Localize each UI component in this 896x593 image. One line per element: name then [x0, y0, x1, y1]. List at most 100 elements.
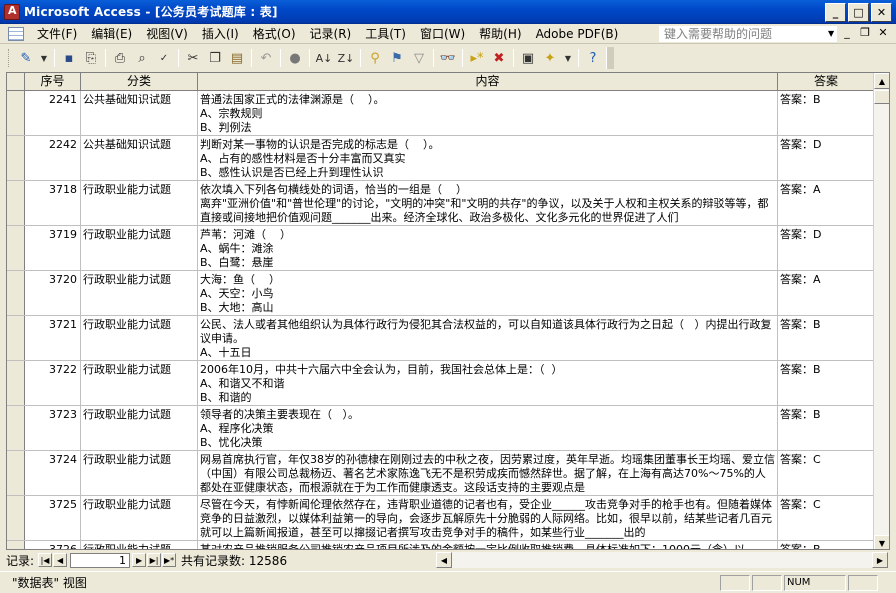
menu-insert[interactable]: 插入(I) [195, 25, 246, 43]
cell-content[interactable]: 网易首席执行官，年仅38岁的孙德棣在刚刚过去的中秋之夜，因劳累过度，英年早逝。均… [198, 451, 778, 495]
record-selector[interactable] [7, 226, 25, 270]
record-selector[interactable] [7, 316, 25, 360]
record-selector[interactable] [7, 361, 25, 405]
new-record-icon[interactable]: ▸* [466, 47, 488, 69]
select-all-cell[interactable] [7, 73, 25, 91]
cell-answer[interactable]: 答案：A [778, 271, 875, 315]
print-icon[interactable]: ⎙ [109, 47, 131, 69]
toolbar-options-icon[interactable] [606, 47, 614, 69]
menu-edit[interactable]: 编辑(E) [84, 25, 139, 43]
cell-num[interactable]: 3724 [25, 451, 81, 495]
cell-answer[interactable]: 答案：B [778, 91, 875, 135]
cell-category[interactable]: 行政职业能力试题 [81, 451, 198, 495]
last-record-button[interactable]: ▶| [147, 553, 162, 567]
sort-descending-icon[interactable]: Z↓ [335, 47, 357, 69]
cell-content[interactable]: 领导者的决策主要表现在（ ）。 A、程序化决策 B、忧化决策 [198, 406, 778, 450]
menu-window[interactable]: 窗口(W) [413, 25, 472, 43]
record-selector[interactable] [7, 541, 25, 549]
scroll-down-button[interactable]: ▼ [874, 535, 889, 549]
help-question-input[interactable]: 键入需要帮助的问题 [658, 25, 838, 43]
close-button[interactable]: ✕ [871, 3, 892, 22]
column-header-num[interactable]: 序号 [25, 73, 81, 91]
cell-answer[interactable]: 答案：B [778, 541, 875, 549]
cell-answer[interactable]: 答案：A [778, 181, 875, 225]
cell-content[interactable]: 公民、法人或者其他组织认为具体行政行为侵犯其合法权益的，可以自知道该具体行政行为… [198, 316, 778, 360]
doc-restore-button[interactable]: ❐ [858, 26, 872, 39]
next-record-button[interactable]: ▶ [132, 553, 147, 567]
table-row[interactable]: 3726 行政职业能力试题 某对农产品推销服务公司推销农产品项目所涉及的金额按一… [7, 541, 875, 549]
cell-num[interactable]: 3723 [25, 406, 81, 450]
column-header-content[interactable]: 内容 [198, 73, 778, 91]
cell-content[interactable]: 普通法国家正式的法律渊源是（ ）。 A、宗教规则 B、判例法 [198, 91, 778, 135]
maximize-button[interactable]: □ [848, 3, 869, 22]
scroll-up-button[interactable]: ▲ [874, 73, 889, 89]
cell-num[interactable]: 3726 [25, 541, 81, 549]
menu-records[interactable]: 记录(R) [303, 25, 359, 43]
cell-num[interactable]: 3719 [25, 226, 81, 270]
toolbar-grip[interactable] [8, 49, 11, 67]
database-window-icon[interactable]: ▣ [517, 47, 539, 69]
table-row[interactable]: 3725 行政职业能力试题 尽管在今天，有悖新闻伦理依然存在，违背职业道德的记者… [7, 496, 875, 541]
cell-answer[interactable]: 答案：B [778, 361, 875, 405]
spelling-icon[interactable]: ✓ [153, 47, 175, 69]
help-dropdown-icon[interactable]: ▼ [828, 29, 834, 38]
cell-content[interactable]: 2006年10月，中共十六届六中全会认为，目前，我国社会总体上是：（ ） A、和… [198, 361, 778, 405]
menu-tools[interactable]: 工具(T) [358, 25, 413, 43]
cell-num[interactable]: 2241 [25, 91, 81, 135]
sort-ascending-icon[interactable]: A↓ [313, 47, 335, 69]
column-header-category[interactable]: 分类 [81, 73, 198, 91]
column-header-answer[interactable]: 答案 [778, 73, 875, 91]
menu-format[interactable]: 格式(O) [246, 25, 303, 43]
cell-num[interactable]: 3722 [25, 361, 81, 405]
record-selector[interactable] [7, 406, 25, 450]
scroll-right-button[interactable]: ▶ [872, 552, 888, 568]
cell-content[interactable]: 某对农产品推销服务公司推销农产品项目所涉及的金额按一定比例收取推销费，具体标准如… [198, 541, 778, 549]
menu-help[interactable]: 帮助(H) [472, 25, 528, 43]
cell-category[interactable]: 行政职业能力试题 [81, 406, 198, 450]
record-selector[interactable] [7, 271, 25, 315]
help-icon[interactable]: ? [582, 47, 604, 69]
cell-answer[interactable]: 答案：C [778, 496, 875, 540]
vertical-scrollbar[interactable]: ▲ ▼ [873, 73, 889, 549]
cut-icon[interactable]: ✂ [182, 47, 204, 69]
minimize-button[interactable]: _ [825, 3, 846, 22]
datasheet-icon[interactable] [8, 26, 24, 41]
delete-record-icon[interactable]: ✖ [488, 47, 510, 69]
view-dropdown-icon[interactable]: ▼ [37, 47, 51, 69]
record-selector[interactable] [7, 136, 25, 180]
print-preview-icon[interactable]: ⌕ [131, 47, 153, 69]
filter-by-form-icon[interactable]: ⚑ [386, 47, 408, 69]
cell-content[interactable]: 芦苇：河滩（ ） A、蜗牛：滩涂 B、白鹭：悬崖 [198, 226, 778, 270]
doc-close-button[interactable]: ✕ [876, 26, 890, 39]
cell-category[interactable]: 行政职业能力试题 [81, 271, 198, 315]
table-row[interactable]: 3724 行政职业能力试题 网易首席执行官，年仅38岁的孙德棣在刚刚过去的中秋之… [7, 451, 875, 496]
save-icon[interactable]: ▪ [58, 47, 80, 69]
copy-icon[interactable]: ❐ [204, 47, 226, 69]
new-object-dropdown-icon[interactable]: ▼ [561, 47, 575, 69]
menu-view[interactable]: 视图(V) [139, 25, 195, 43]
cell-category[interactable]: 行政职业能力试题 [81, 181, 198, 225]
cell-num[interactable]: 3720 [25, 271, 81, 315]
scroll-thumb[interactable] [874, 90, 889, 104]
horizontal-scrollbar[interactable]: ◀ ▶ [436, 552, 888, 568]
current-record-input[interactable]: 1 [70, 552, 131, 568]
filter-by-selection-icon[interactable]: ⚲ [364, 47, 386, 69]
first-record-button[interactable]: |◀ [38, 553, 53, 567]
cell-category[interactable]: 行政职业能力试题 [81, 316, 198, 360]
cell-content[interactable]: 尽管在今天，有悖新闻伦理依然存在，违背职业道德的记者也有，受企业______攻击… [198, 496, 778, 540]
record-selector[interactable] [7, 181, 25, 225]
new-object-icon[interactable]: ✦ [539, 47, 561, 69]
table-row[interactable]: 3720 行政职业能力试题 大海：鱼（ ） A、天空：小鸟 B、大地：高山 答案… [7, 271, 875, 316]
cell-answer[interactable]: 答案：D [778, 226, 875, 270]
cell-content[interactable]: 依次填入下列各句横线处的词语，恰当的一组是（ ） 离弃"亚洲价值"和"普世伦理"… [198, 181, 778, 225]
cell-num[interactable]: 3725 [25, 496, 81, 540]
cell-answer[interactable]: 答案：D [778, 136, 875, 180]
table-row[interactable]: 3722 行政职业能力试题 2006年10月，中共十六届六中全会认为，目前，我国… [7, 361, 875, 406]
cell-answer[interactable]: 答案：C [778, 451, 875, 495]
table-row[interactable]: 3719 行政职业能力试题 芦苇：河滩（ ） A、蜗牛：滩涂 B、白鹭：悬崖 答… [7, 226, 875, 271]
cell-category[interactable]: 公共基础知识试题 [81, 91, 198, 135]
cell-category[interactable]: 行政职业能力试题 [81, 541, 198, 549]
cell-num[interactable]: 3721 [25, 316, 81, 360]
cell-num[interactable]: 2242 [25, 136, 81, 180]
cell-category[interactable]: 行政职业能力试题 [81, 226, 198, 270]
